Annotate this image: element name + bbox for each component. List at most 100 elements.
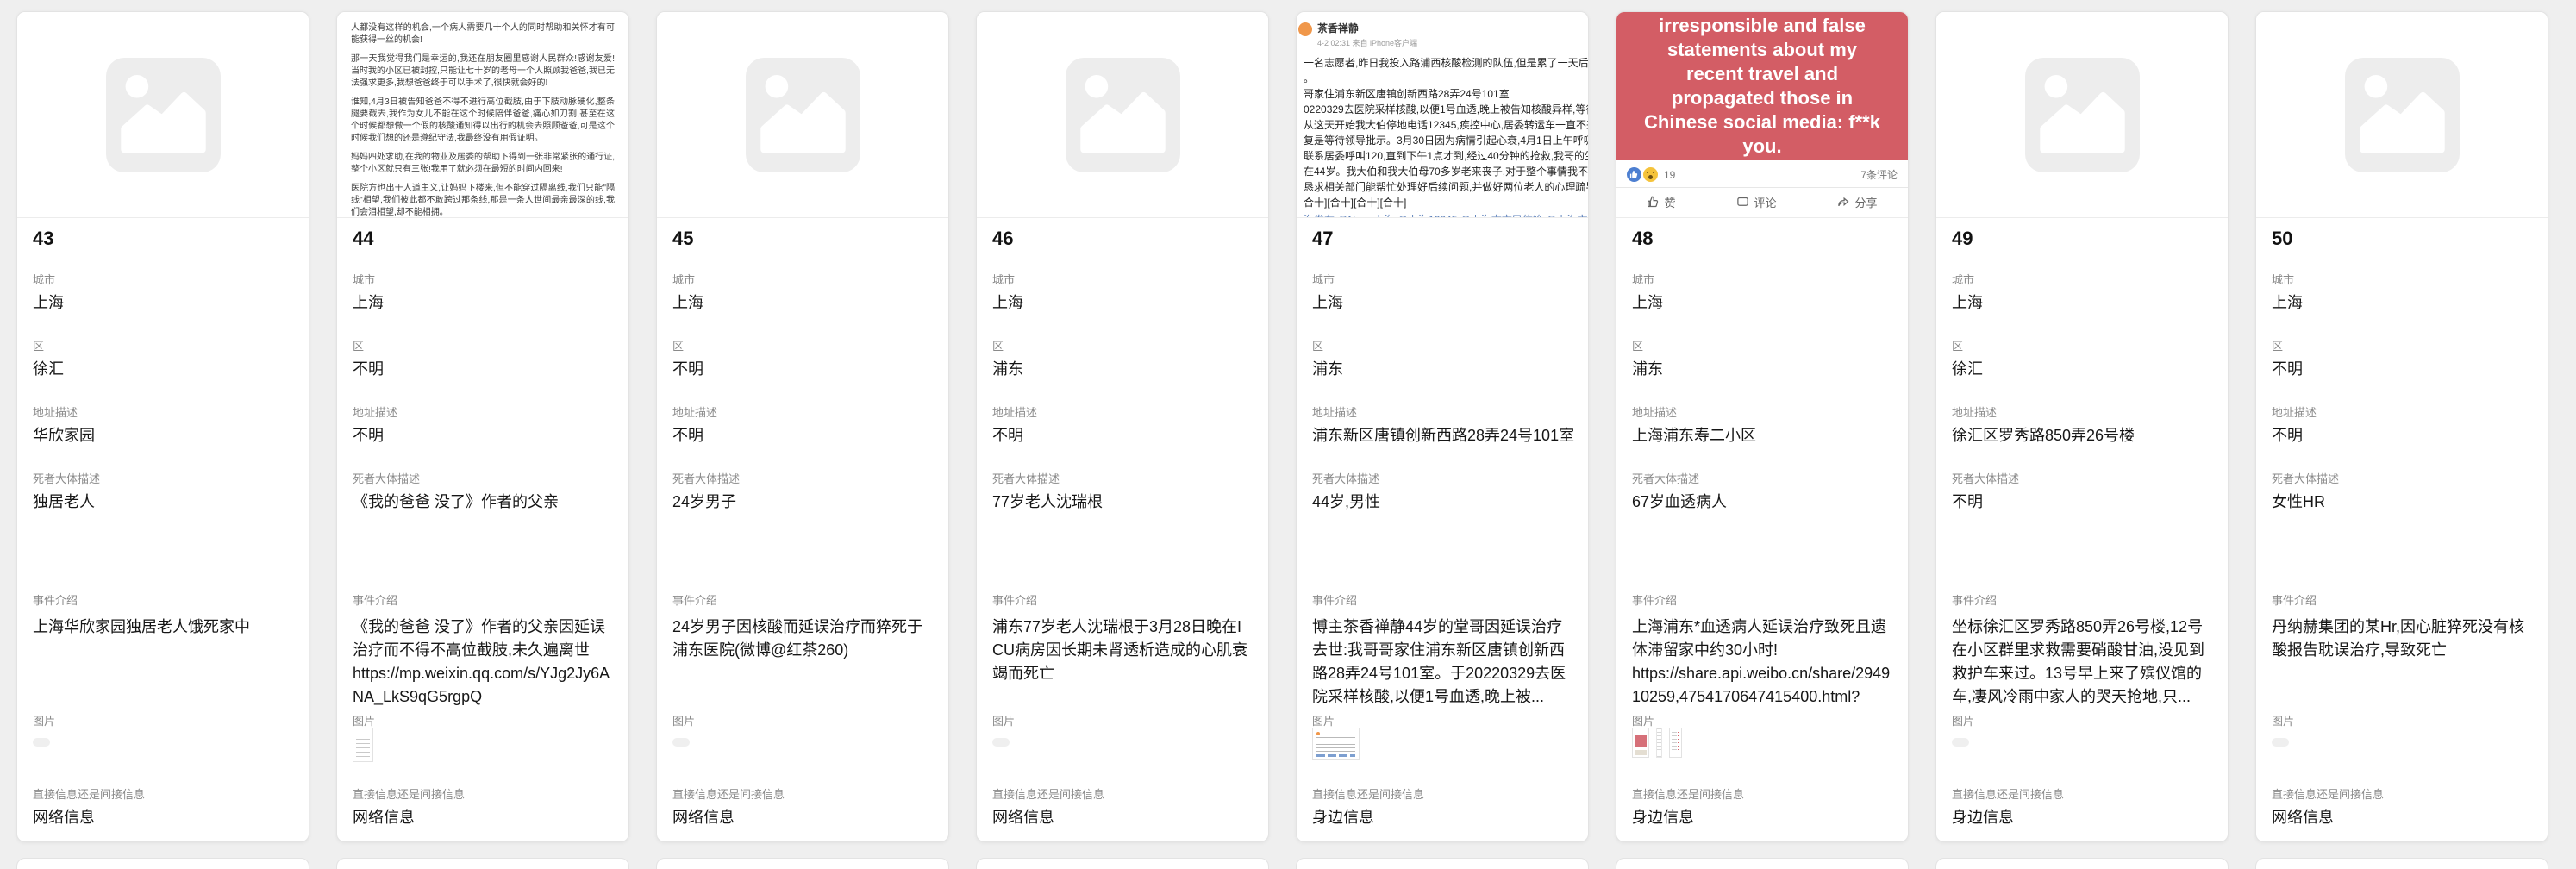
field-value-deceased: 独居老人 — [33, 491, 293, 514]
field-value-event: 丹纳赫集团的某Hr,因心脏猝死没有核酸报告耽误治疗,导致死亡 — [2272, 616, 2532, 662]
next-row-card-stub[interactable] — [656, 858, 949, 869]
field-label-deceased: 死者大体描述 — [2272, 470, 2532, 486]
field-label-district: 区 — [1312, 337, 1572, 353]
field-label-district: 区 — [33, 337, 293, 353]
field-label-deceased: 死者大体描述 — [992, 470, 1253, 486]
case-card-45[interactable]: 45 城市 上海 区 不明 地址描述 不明 死者大体描述 24岁男子 事件介绍 … — [656, 11, 949, 842]
article-paragraph: 妈妈四处求助,在我的物业及居委的帮助下得到一张非常紧张的通行证,整个小区就只有三… — [351, 152, 615, 176]
field-label-direct: 直接信息还是间接信息 — [1632, 785, 1892, 802]
field-value-event: 博主茶香禅静44岁的堂哥因延误治疗去世:我哥哥家住浦东新区唐镇创新西路28弄24… — [1312, 616, 1572, 709]
weibo-text-line: 合十][合十][合十][合十] — [1304, 195, 1588, 210]
weibo-text-line: 从这天开始我大伯停地电话12345,疾控中心,居委转运车一直不来。永 — [1304, 117, 1588, 133]
weibo-text-line: 一名志愿者,昨日我投入路浦西核酸检测的队伍,但是累了一天后晚上接 — [1304, 55, 1588, 71]
share-button[interactable]: 分享 — [1837, 194, 1877, 210]
share-label: 分享 — [1854, 194, 1877, 210]
next-row-card-stub[interactable] — [336, 858, 629, 869]
case-card-48[interactable]: irresponsible and false statements about… — [1616, 11, 1909, 842]
case-card-46[interactable]: 46 城市 上海 区 浦东 地址描述 不明 死者大体描述 77岁老人沈瑞根 事件… — [976, 11, 1269, 842]
thumbnail-pill — [2272, 738, 2289, 747]
next-row-card-stub[interactable] — [1296, 858, 1589, 869]
next-row-partial — [16, 858, 2548, 869]
next-row-card-stub[interactable] — [1616, 858, 1909, 869]
weibo-text-line: 0220329去医院采样核酸,以便1号血透,晚上被告知核酸异样,等待转移 — [1304, 102, 1588, 117]
comments-count[interactable]: 7条评论 — [1860, 167, 1898, 182]
field-label-deceased: 死者大体描述 — [1632, 470, 1892, 486]
field-value-event: 浦东77岁老人沈瑞根于3月28日晚在ICU病房因长期未肾透析造成的心肌衰竭而死亡 — [992, 616, 1253, 685]
weibo-text-line: 哥家住浦东新区唐镇创新西路28弄24号101室 — [1304, 86, 1588, 102]
field-label-city: 城市 — [672, 271, 933, 287]
field-label-city: 城市 — [992, 271, 1253, 287]
wow-reaction-icon — [1643, 167, 1658, 182]
card-media — [2256, 12, 2548, 218]
field-label-deceased: 死者大体描述 — [353, 470, 613, 486]
field-label-direct: 直接信息还是间接信息 — [33, 785, 293, 802]
field-value-district: 浦东 — [1632, 358, 1892, 381]
red-statement-block: irresponsible and false statements about… — [1616, 12, 1908, 160]
next-row-card-stub[interactable] — [2255, 858, 2548, 869]
field-label-event: 事件介绍 — [353, 591, 613, 608]
weibo-text-line: 在44岁。我大伯和我大伯母70多岁老来丧子,对于整个事情我不做评价, — [1304, 164, 1588, 179]
field-label-city: 城市 — [33, 271, 293, 287]
field-label-direct: 直接信息还是间接信息 — [672, 785, 933, 802]
field-value-direct: 网络信息 — [353, 806, 613, 829]
field-value-city: 上海 — [1952, 291, 2212, 315]
field-value-direct: 网络信息 — [992, 806, 1253, 829]
field-label-district: 区 — [2272, 337, 2532, 353]
image-thumbnails — [353, 728, 613, 772]
like-button[interactable]: 赞 — [1647, 194, 1675, 210]
article-paragraph: 谁知,4月3日被告知爸爸不得不进行高位截肢,由于下肢动脉硬化,整条腿要截去,我作… — [351, 97, 615, 145]
field-value-city: 上海 — [1312, 291, 1572, 315]
weibo-text-line: 恳求相关部门能帮忙处理好后续问题,并做好两位老人的心理疏导,给予 — [1304, 179, 1588, 195]
case-card-43[interactable]: 43 城市 上海 区 徐汇 地址描述 华欣家园 死者大体描述 独居老人 事件介绍… — [16, 11, 309, 842]
field-label-direct: 直接信息还是间接信息 — [1312, 785, 1572, 802]
field-label-address: 地址描述 — [33, 403, 293, 420]
next-row-card-stub[interactable] — [1935, 858, 2229, 869]
case-card-44[interactable]: 人都没有这样的机会,一个病人需要几十个人的同时帮助和关怀才有可能获得一丝的机会!… — [336, 11, 629, 842]
reaction-count: 19 — [1664, 169, 1675, 181]
article-paragraph: 那一天我觉得我们是幸运的,我还在朋友圈里感谢人民群众!感谢友爱!当时我的小区已被… — [351, 53, 615, 90]
thumbnail-text-lines — [1316, 737, 1355, 753]
field-label-address: 地址描述 — [1312, 403, 1572, 420]
thumbnail-pill — [1952, 738, 1969, 747]
field-label-image: 图片 — [1952, 712, 2212, 728]
image-thumbnails — [33, 728, 293, 772]
weibo-text-line: 联系居委呼叫120,直到下午1点才到,经过40分钟的抢救,我哥的生命 — [1304, 148, 1588, 164]
next-row-card-stub[interactable] — [16, 858, 309, 869]
field-label-event: 事件介绍 — [2272, 591, 2532, 608]
field-value-district: 徐汇 — [1952, 358, 2212, 381]
comment-label: 评论 — [1754, 194, 1776, 210]
field-value-direct: 网络信息 — [33, 806, 293, 829]
card-media-social-post: irresponsible and false statements about… — [1616, 12, 1908, 218]
next-row-card-stub[interactable] — [976, 858, 1269, 869]
field-value-address: 不明 — [353, 424, 613, 447]
case-card-50[interactable]: 50 城市 上海 区 不明 地址描述 不明 死者大体描述 女性HR 事件介绍 丹… — [2255, 11, 2548, 842]
field-value-direct: 身边信息 — [1632, 806, 1892, 829]
case-card-49[interactable]: 49 城市 上海 区 徐汇 地址描述 徐汇区罗秀路850弄26号楼 死者大体描述… — [1935, 11, 2229, 842]
field-value-district: 浦东 — [992, 358, 1253, 381]
field-label-district: 区 — [1632, 337, 1892, 353]
field-value-deceased: 24岁男子 — [672, 491, 933, 514]
card-media — [17, 12, 309, 218]
comment-button[interactable]: 评论 — [1736, 194, 1776, 210]
field-value-deceased: 《我的爸爸 没了》作者的父亲 — [353, 491, 613, 514]
field-label-address: 地址描述 — [672, 403, 933, 420]
card-number: 50 — [2272, 228, 2292, 250]
card-number: 44 — [353, 228, 373, 250]
field-label-image: 图片 — [672, 712, 933, 728]
field-label-image: 图片 — [353, 712, 613, 728]
image-placeholder-icon — [2025, 58, 2140, 172]
image-placeholder-icon — [106, 58, 221, 172]
field-label-event: 事件介绍 — [1632, 591, 1892, 608]
field-label-city: 城市 — [353, 271, 613, 287]
field-value-address: 不明 — [992, 424, 1253, 447]
weibo-text-line: 。 — [1304, 71, 1588, 86]
field-value-deceased: 77岁老人沈瑞根 — [992, 491, 1253, 514]
field-label-direct: 直接信息还是间接信息 — [992, 785, 1253, 802]
field-label-event: 事件介绍 — [1312, 591, 1572, 608]
card-number: 43 — [33, 228, 53, 250]
field-label-direct: 直接信息还是间接信息 — [2272, 785, 2532, 802]
thumbnail-pill — [33, 738, 50, 747]
field-label-city: 城市 — [1632, 271, 1892, 287]
card-number: 46 — [992, 228, 1013, 250]
case-card-47[interactable]: 茶香禅静 4-2 02:31 来自 iPhone客户端 一名志愿者,昨日我投入路… — [1296, 11, 1589, 842]
